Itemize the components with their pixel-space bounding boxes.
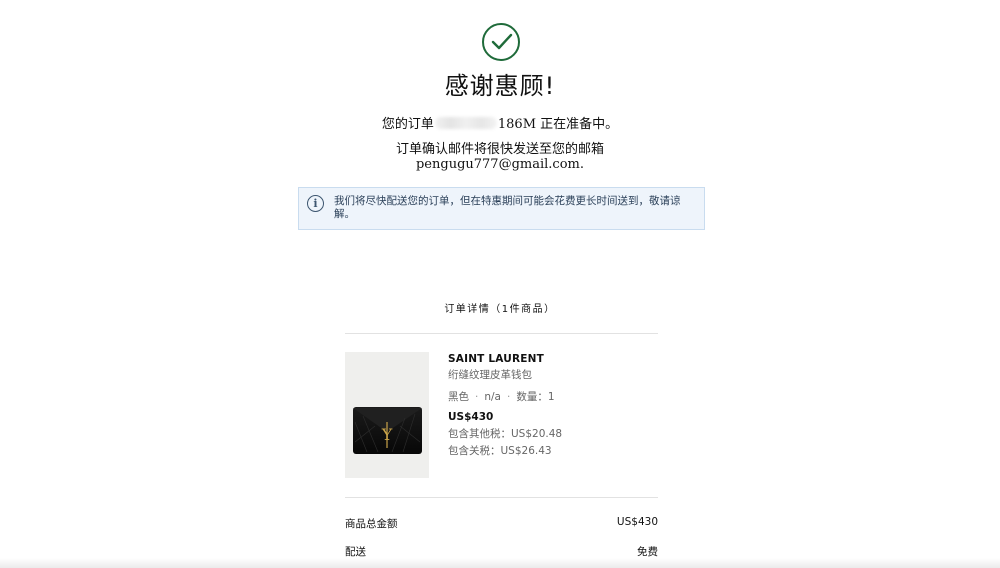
order-details-heading: 订单详情（1件商品） — [444, 304, 556, 315]
info-banner: i 我们将尽快配送您的订单，但在特惠期间可能会花费更长时间送到，敬请谅解。 — [298, 187, 705, 230]
order-item: SAINT LAURENT 绗缝纹理皮革钱包 黑色 · n/a · 数量：1 US$43… — [448, 353, 658, 458]
subtotal-label: 商品总金额 — [345, 518, 398, 530]
subtotal-value: US$430 — [616, 516, 658, 528]
divider — [345, 333, 658, 334]
customs-tax: 包含关税：US$26.43 — [448, 445, 552, 457]
product-color: 黑色 — [448, 391, 469, 403]
shipping-label: 配送 — [345, 546, 366, 558]
divider — [345, 497, 658, 498]
page-title: 感谢惠顾! — [444, 72, 556, 100]
order-suffix: 186M 正在准备中。 — [497, 117, 619, 132]
email-address: pengugu777@gmail.com. — [415, 157, 584, 172]
product-image[interactable]: Y — [345, 352, 429, 478]
info-icon: i — [307, 195, 324, 212]
info-banner-text: 我们将尽快配送您的订单，但在特惠期间可能会花费更长时间送到，敬请谅解。 — [334, 195, 681, 220]
shipping-value: 免费 — [637, 546, 658, 558]
product-size: n/a — [484, 391, 501, 403]
order-prefix: 您的订单 — [381, 117, 434, 132]
product-price: US$430 — [448, 411, 494, 423]
product-quantity: 数量：1 — [516, 391, 555, 403]
subtotal-row: 商品总金额 US$430 — [345, 516, 658, 531]
checkmark-circle-icon — [482, 23, 520, 61]
product-brand[interactable]: SAINT LAURENT — [448, 353, 658, 365]
email-notice: 订单确认邮件将很快发送至您的邮箱 — [395, 142, 604, 157]
order-status-line: 您的订单 186M 正在准备中。 — [0, 113, 1000, 132]
separator-dot: · — [475, 391, 479, 403]
other-tax: 包含其他税：US$20.48 — [448, 428, 563, 440]
redacted-order-number — [434, 117, 497, 129]
product-attributes: 黑色 · n/a · 数量：1 — [448, 389, 658, 404]
bottom-edge-shadow — [0, 558, 1000, 568]
product-name[interactable]: 绗缝纹理皮革钱包 — [448, 367, 658, 382]
separator-dot: · — [506, 391, 511, 403]
shipping-row: 配送 免费 — [345, 544, 658, 559]
